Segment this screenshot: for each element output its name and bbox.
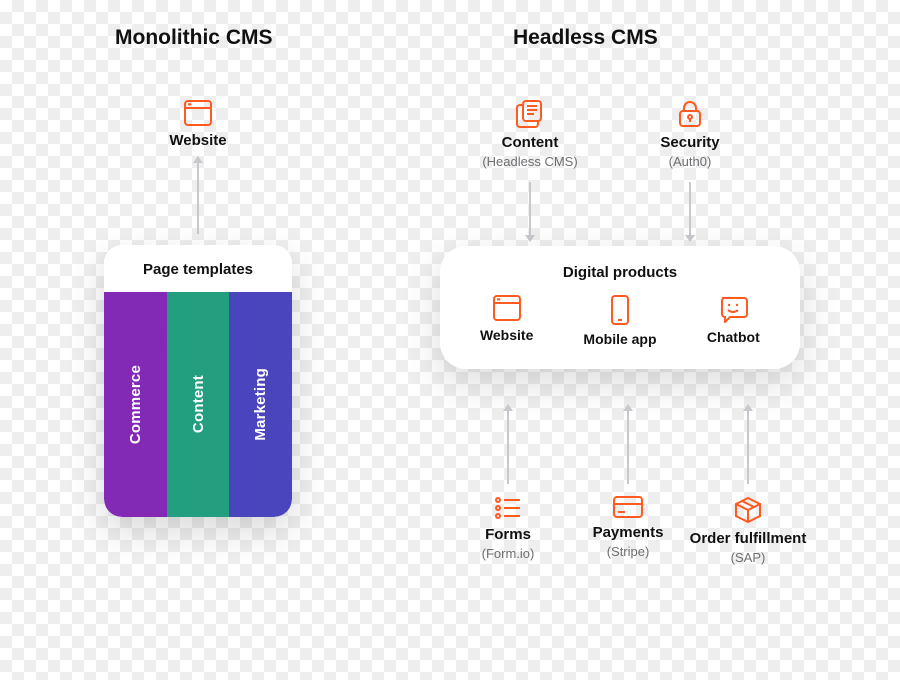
headless-order-label: Order fulfillment [678, 530, 818, 549]
monolithic-pillars: Commerce Content Marketing [104, 292, 292, 517]
pillar-marketing: Marketing [229, 292, 292, 517]
arrow-content-to-products [529, 182, 531, 236]
digital-products-card: Digital products Website [440, 246, 800, 369]
product-mobile-app: Mobile app [570, 295, 670, 347]
product-chatbot: Chatbot [683, 295, 783, 347]
headless-content-block: Content (Headless CMS) [460, 100, 600, 169]
browser-window-icon [457, 295, 557, 321]
headless-security-label: Security [620, 134, 760, 153]
headless-order-sub: (SAP) [678, 550, 818, 565]
headless-forms-sub: (Form.io) [438, 546, 578, 561]
smartphone-icon [570, 295, 670, 325]
credit-card-icon [558, 496, 698, 518]
headless-payments-block: Payments (Stripe) [558, 496, 698, 559]
headless-forms-label: Forms [438, 526, 578, 545]
headless-security-block: Security (Auth0) [620, 100, 760, 169]
monolithic-card: Page templates Commerce Content Marketin… [104, 245, 292, 517]
monolithic-card-header: Page templates [104, 245, 292, 292]
package-box-icon [678, 496, 818, 524]
monolithic-website-label: Website [128, 132, 268, 151]
headless-order-block: Order fulfillment (SAP) [678, 496, 818, 565]
headless-payments-sub: (Stripe) [558, 544, 698, 559]
pillar-content: Content [167, 292, 230, 517]
headless-forms-block: Forms (Form.io) [438, 496, 578, 561]
arrow-order-to-products [747, 410, 749, 484]
monolithic-title: Monolithic CMS [115, 26, 272, 50]
lock-icon [620, 100, 760, 128]
headless-content-label: Content [460, 134, 600, 153]
documents-icon [460, 100, 600, 128]
headless-title: Headless CMS [513, 26, 658, 50]
headless-content-sub: (Headless CMS) [460, 154, 600, 169]
arrow-security-to-products [689, 182, 691, 236]
arrow-payments-to-products [627, 410, 629, 484]
browser-window-icon [128, 100, 268, 126]
list-icon [438, 496, 578, 520]
arrow-mono-card-to-website [197, 162, 199, 234]
digital-products-title: Digital products [450, 264, 790, 281]
headless-payments-label: Payments [558, 524, 698, 543]
product-website: Website [457, 295, 557, 347]
pillar-commerce: Commerce [104, 292, 167, 517]
monolithic-website-block: Website [128, 100, 268, 151]
headless-security-sub: (Auth0) [620, 154, 760, 169]
arrow-forms-to-products [507, 410, 509, 484]
chatbot-icon [683, 295, 783, 323]
diagram-canvas: Monolithic CMS Headless CMS Website Page… [0, 0, 900, 680]
